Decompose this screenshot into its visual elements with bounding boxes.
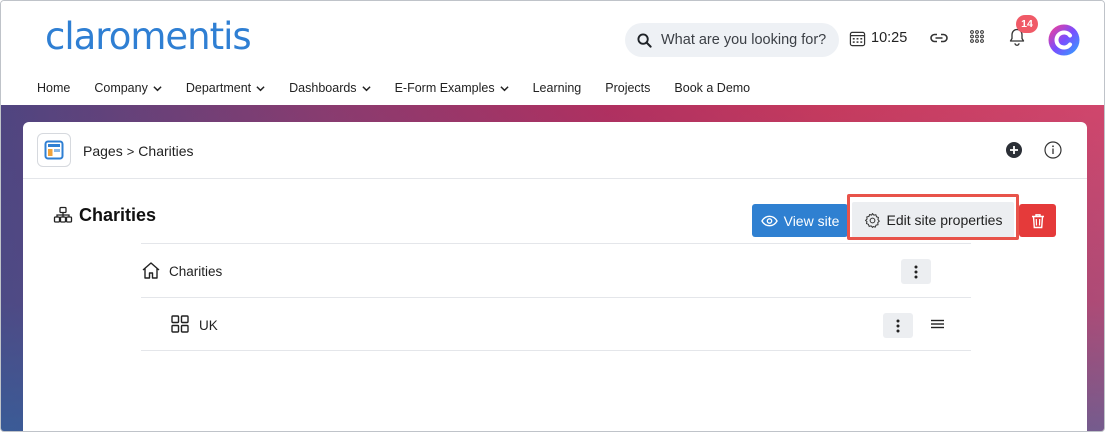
avatar[interactable] bbox=[1048, 24, 1080, 56]
breadcrumb-root[interactable]: Pages bbox=[83, 143, 123, 159]
view-site-button[interactable]: View site bbox=[752, 204, 848, 237]
nav-item-dashboards[interactable]: Dashboards bbox=[289, 81, 371, 95]
home-icon bbox=[142, 262, 160, 279]
calendar-icon[interactable] bbox=[849, 30, 866, 47]
grid-icon bbox=[171, 315, 189, 333]
nav-item-book-a-demo[interactable]: Book a Demo bbox=[674, 81, 750, 95]
more-vertical-icon bbox=[914, 265, 918, 278]
tree-row-label[interactable]: Charities bbox=[169, 264, 222, 279]
breadcrumb-current: Charities bbox=[138, 143, 194, 159]
nav-item-learning[interactable]: Learning bbox=[533, 81, 582, 95]
more-vertical-icon bbox=[896, 319, 900, 332]
trash-icon bbox=[1031, 213, 1044, 228]
nav-item-home[interactable]: Home bbox=[37, 81, 70, 95]
apps-grid-icon[interactable] bbox=[969, 29, 985, 47]
pages-app-icon[interactable] bbox=[37, 133, 71, 167]
tree-row-label[interactable]: UK bbox=[199, 318, 218, 333]
nav-label: Book a Demo bbox=[674, 81, 751, 95]
nav-item-eform-examples[interactable]: E-Form Examples bbox=[395, 81, 509, 95]
layout-icon bbox=[44, 140, 64, 160]
search-box[interactable]: What are you looking for? bbox=[625, 23, 839, 57]
add-circle-icon[interactable] bbox=[1005, 141, 1023, 159]
breadcrumb-separator: > bbox=[126, 143, 135, 159]
notification-badge: 14 bbox=[1016, 15, 1038, 33]
site-title: Charities bbox=[53, 205, 156, 226]
delete-site-button[interactable] bbox=[1019, 204, 1056, 237]
row-menu-button[interactable] bbox=[883, 313, 913, 338]
app-window: claromentis What are you looking for? 10… bbox=[0, 0, 1105, 432]
tree-row[interactable]: UK bbox=[141, 297, 971, 351]
chevron-down-icon bbox=[153, 85, 162, 91]
nav-label: Department bbox=[185, 81, 252, 95]
page-tree: Charities UK bbox=[141, 243, 971, 351]
breadcrumb: Pages > Charities bbox=[83, 143, 194, 159]
search-icon bbox=[637, 32, 652, 48]
view-site-label: View site bbox=[783, 212, 840, 229]
nav-item-department[interactable]: Department bbox=[186, 81, 265, 95]
sitemap-icon bbox=[53, 206, 73, 223]
chevron-down-icon bbox=[361, 85, 371, 91]
info-icon[interactable] bbox=[1043, 140, 1063, 160]
chevron-down-icon bbox=[256, 85, 265, 91]
nav-label: Dashboards bbox=[289, 81, 357, 95]
link-icon[interactable] bbox=[929, 30, 949, 46]
nav-label: Learning bbox=[532, 81, 582, 95]
row-menu-button[interactable] bbox=[901, 259, 931, 284]
card-header: Pages > Charities bbox=[23, 122, 1087, 179]
nav-label: Company bbox=[94, 81, 148, 95]
nav-item-company[interactable]: Company bbox=[94, 81, 162, 95]
main-nav: Home Company Department Dashboards E-For… bbox=[37, 81, 774, 95]
nav-label: Projects bbox=[605, 81, 651, 95]
nav-label: Home bbox=[37, 81, 71, 95]
tree-row[interactable]: Charities bbox=[141, 243, 971, 297]
clock-time: 10:25 bbox=[871, 30, 908, 46]
top-bar: claromentis What are you looking for? 10… bbox=[1, 1, 1104, 105]
nav-label: E-Form Examples bbox=[394, 81, 495, 95]
chevron-down-icon bbox=[499, 85, 509, 91]
highlight-box bbox=[847, 194, 1019, 240]
pages-card: Pages > Charities Charities View site Ed… bbox=[23, 122, 1087, 431]
site-title-label: Charities bbox=[79, 205, 157, 225]
search-placeholder: What are you looking for? bbox=[661, 32, 827, 48]
nav-item-projects[interactable]: Projects bbox=[605, 81, 650, 95]
eye-icon bbox=[760, 215, 778, 226]
logo[interactable]: claromentis bbox=[45, 15, 252, 58]
drag-handle-icon[interactable] bbox=[931, 319, 944, 329]
